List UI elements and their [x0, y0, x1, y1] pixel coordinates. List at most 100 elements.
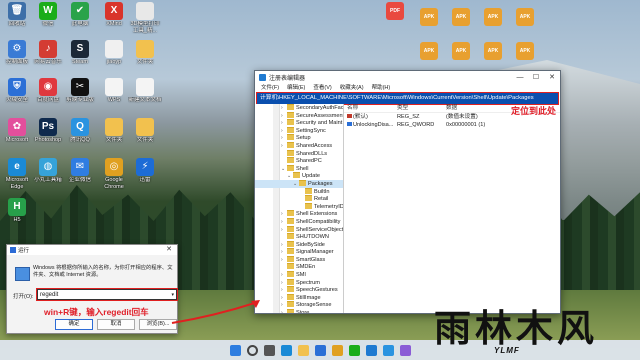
desktop-icon-label: H5 [13, 217, 21, 223]
tree-node[interactable]: ⌄ Packages [255, 179, 343, 188]
regedit-titlebar[interactable]: 注册表编辑器 — ☐ ✕ [255, 71, 560, 84]
tree-node[interactable]: › SideBySide [255, 240, 343, 249]
regedit-icon[interactable] [365, 344, 377, 356]
tree-node-label: StorageSense [296, 302, 332, 309]
desktop-icon[interactable]: ✂ 剪映专业版 [63, 78, 97, 104]
edge-icon[interactable] [280, 344, 292, 356]
open-input[interactable]: regedit ▾ [36, 288, 178, 301]
tree-node[interactable]: SHUTDOWN [255, 233, 343, 241]
open-label: 打开(O): [13, 294, 34, 300]
app-icon[interactable] [399, 344, 411, 356]
tree-node[interactable]: › SettingSync [255, 126, 343, 135]
app-icon: ◎ [105, 158, 123, 176]
close-button[interactable]: ✕ [544, 71, 560, 84]
explorer-icon[interactable] [297, 344, 309, 356]
desktop-file-icon[interactable]: APK [412, 42, 446, 61]
desktop-icon[interactable]: S Steam [63, 40, 97, 66]
desktop-icon[interactable]: jiaoyp [97, 40, 131, 66]
desktop-icon[interactable]: 3D模型打印工具_精... [128, 2, 162, 34]
chrome-icon[interactable] [331, 344, 343, 356]
tree-node[interactable]: › SharedAccess [255, 141, 343, 150]
col-name[interactable]: 名称 [344, 104, 397, 112]
menu-edit[interactable]: 编辑(E) [287, 84, 305, 93]
desktop-file-icon[interactable]: APK [508, 8, 542, 27]
tree-node[interactable]: SharedPC [255, 157, 343, 165]
menu-help[interactable]: 帮助(H) [372, 84, 391, 93]
tree-node[interactable]: › StillImage [255, 293, 343, 302]
desktop-icon[interactable]: 新建文本文档 [128, 78, 162, 104]
tree-node[interactable]: › SmartGlass [255, 255, 343, 264]
tree-node[interactable]: SharedDLLs [255, 149, 343, 158]
desktop-icon[interactable]: ◉ 百度网盘 [31, 78, 65, 104]
tree-node[interactable]: SMDEn [255, 263, 343, 271]
desktop-icon[interactable]: ✔ 此电脑 [63, 2, 97, 28]
desktop-icon[interactable]: 🗑 回收站 [0, 2, 34, 28]
folder-icon [287, 271, 294, 278]
tree-node[interactable]: › Setup [255, 134, 343, 142]
tree-node[interactable]: › SpeechGestures [255, 286, 343, 294]
tree-node[interactable]: ⌄ Shell [255, 164, 343, 173]
tree-node[interactable]: ⌄ Update [255, 172, 343, 180]
desktop-icon[interactable]: ♪ 网易云音乐 [31, 40, 65, 66]
search-icon[interactable] [246, 344, 258, 356]
value-row[interactable]: UnlockingDisa... REG_QWORD 0x00000001 (1) [344, 121, 560, 129]
desktop-icon[interactable]: ⚡ 迅雷 [128, 158, 162, 184]
ok-button[interactable]: 确定 [55, 319, 93, 330]
run-titlebar[interactable]: 运行 ✕ [7, 245, 177, 255]
desktop-icon[interactable]: ✉ 企业微信 [63, 158, 97, 184]
value-type-icon [347, 114, 352, 118]
start-icon[interactable] [229, 344, 241, 356]
menu-favorites[interactable]: 收藏夹(A) [340, 84, 364, 93]
app-icon [136, 118, 154, 136]
desktop-icon[interactable]: X XMind [97, 2, 131, 28]
desktop-file-icon[interactable]: APK [444, 8, 478, 27]
desktop-file-icon[interactable]: APK [508, 42, 542, 61]
desktop-icon[interactable]: Q 腾讯QQ [63, 118, 97, 144]
desktop-file-icon[interactable]: APK [412, 8, 446, 27]
desktop-icon[interactable]: ✿ Microsoft [0, 118, 34, 144]
desktop-icon[interactable]: ⛨ 火绒安全 [0, 78, 34, 104]
desktop-icon[interactable]: H H5 [0, 198, 34, 224]
tree-node[interactable]: › Security and Maint [255, 119, 343, 127]
tree-node[interactable]: BuiltIn [255, 187, 343, 196]
desktop-icon[interactable]: 文件夹 [128, 40, 162, 66]
tree-node[interactable]: › SecondaryAuthFac [255, 104, 343, 112]
tree-node[interactable]: › Spectrum [255, 278, 343, 287]
tree-node[interactable]: › SecureAssessment [255, 111, 343, 120]
desktop-icon[interactable]: e Microsoft Edge [0, 158, 34, 190]
desktop-icon[interactable]: ◍ 小丸工具箱 [31, 158, 65, 184]
tree-node[interactable]: › SMI [255, 271, 343, 279]
tree-node[interactable]: › Shell Extensions [255, 210, 343, 218]
desktop-file-icon[interactable]: APK [476, 8, 510, 27]
desktop-icon[interactable]: WPS [97, 78, 131, 104]
desktop-icon[interactable]: W 微信 [31, 2, 65, 28]
desktop-icon[interactable]: Ps Photoshop [31, 118, 65, 144]
cancel-button[interactable]: 取消 [97, 319, 135, 330]
col-type[interactable]: 类型 [397, 104, 446, 112]
run-title: 运行 [18, 248, 30, 254]
menu-file[interactable]: 文件(F) [261, 84, 279, 93]
menu-view[interactable]: 查看(V) [313, 84, 331, 93]
tree-node[interactable]: TelemetryID [255, 202, 343, 211]
wechat-icon[interactable] [348, 344, 360, 356]
desktop-icon[interactable]: 文件夹 [97, 118, 131, 144]
desktop-icon[interactable]: ◎ Google Chrome [97, 158, 131, 190]
run-close-button[interactable]: ✕ [161, 245, 177, 255]
tree-node[interactable]: › ShellCompatibility [255, 217, 343, 226]
desktop-icon[interactable]: 文件夹 [128, 118, 162, 144]
store-icon[interactable] [314, 344, 326, 356]
desktop-file-icon[interactable]: APK [476, 42, 510, 61]
minimize-button[interactable]: — [512, 71, 528, 84]
maximize-button[interactable]: ☐ [528, 71, 544, 84]
desktop-file-icon[interactable]: PDF [378, 2, 412, 21]
desktop-icon[interactable]: ⚙ 控制面板 [0, 40, 34, 66]
tree-node[interactable]: › ShellServiceObject [255, 225, 343, 234]
tree-node[interactable]: › StorageSense [255, 301, 343, 309]
address-bar[interactable]: 计算机\HKEY_LOCAL_MACHINE\SOFTWARE\Microsof… [256, 92, 559, 105]
tree-node[interactable]: ›Store [255, 309, 343, 313]
qq-icon[interactable] [382, 344, 394, 356]
tree-node[interactable]: › SignalManager [255, 248, 343, 256]
taskview-icon[interactable] [263, 344, 275, 356]
tree-node[interactable]: Retail [255, 195, 343, 203]
desktop-file-icon[interactable]: APK [444, 42, 478, 61]
